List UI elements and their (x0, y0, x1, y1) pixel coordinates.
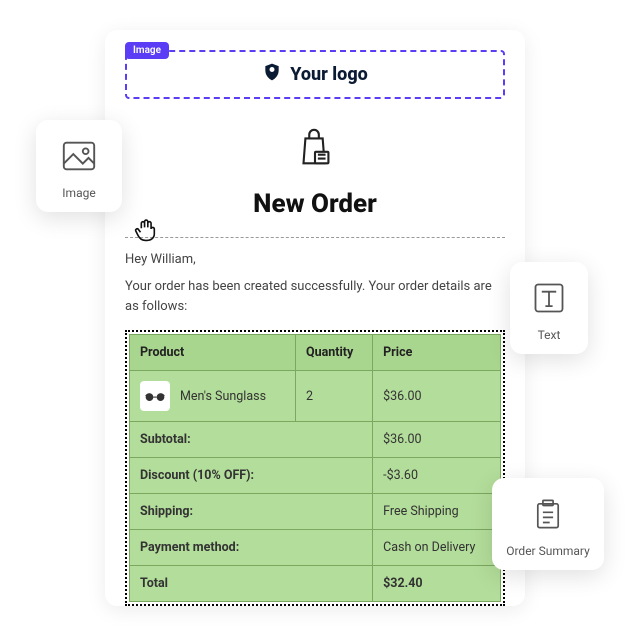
tool-text-label: Text (538, 328, 561, 342)
table-header-row: Product Quantity Price (130, 335, 501, 371)
logo-block[interactable]: Image Your logo (125, 50, 505, 99)
discount-value: -$3.60 (373, 458, 501, 494)
clipboard-icon (528, 494, 568, 534)
payment-value: Cash on Delivery (373, 530, 501, 566)
divider (125, 237, 505, 238)
col-quantity: Quantity (295, 335, 372, 371)
product-name: Men's Sunglass (180, 389, 266, 404)
payment-label: Payment method: (130, 530, 373, 566)
table-row: Men's Sunglass 2 $36.00 (130, 371, 501, 422)
image-icon (59, 136, 99, 176)
order-table: Product Quantity Price Men's Sunglass (129, 334, 501, 602)
page-title: New Order (125, 189, 505, 219)
total-value: $32.40 (373, 566, 501, 602)
discount-label: Discount (10% OFF): (130, 458, 373, 494)
row-discount: Discount (10% OFF): -$3.60 (130, 458, 501, 494)
col-product: Product (130, 335, 296, 371)
tool-text[interactable]: Text (510, 262, 588, 354)
shipping-label: Shipping: (130, 494, 373, 530)
row-payment: Payment method: Cash on Delivery (130, 530, 501, 566)
tool-order-summary[interactable]: Order Summary (492, 478, 604, 570)
row-total: Total $32.40 (130, 566, 501, 602)
selected-block-badge: Image (125, 42, 169, 59)
logo-text: Your logo (290, 64, 368, 85)
subtotal-label: Subtotal: (130, 422, 373, 458)
tool-image-label: Image (62, 186, 95, 200)
col-price: Price (373, 335, 501, 371)
shield-logo-icon (262, 62, 282, 87)
email-canvas: Image Your logo New Order Hey William, Y… (105, 30, 525, 606)
subtotal-value: $36.00 (373, 422, 501, 458)
greeting-text: Hey William, (125, 252, 505, 267)
order-summary-block[interactable]: Product Quantity Price Men's Sunglass (125, 330, 505, 606)
product-thumbnail (140, 381, 170, 411)
shipping-value: Free Shipping (373, 494, 501, 530)
grab-cursor-icon (134, 216, 160, 246)
product-qty: 2 (295, 371, 372, 422)
total-label: Total (130, 566, 373, 602)
product-price: $36.00 (373, 371, 501, 422)
tool-order-summary-label: Order Summary (506, 544, 590, 558)
order-hero-icon (125, 125, 505, 175)
row-subtotal: Subtotal: $36.00 (130, 422, 501, 458)
intro-text: Your order has been created successfully… (125, 277, 505, 316)
row-shipping: Shipping: Free Shipping (130, 494, 501, 530)
tool-image[interactable]: Image (36, 120, 122, 212)
text-icon (529, 278, 569, 318)
